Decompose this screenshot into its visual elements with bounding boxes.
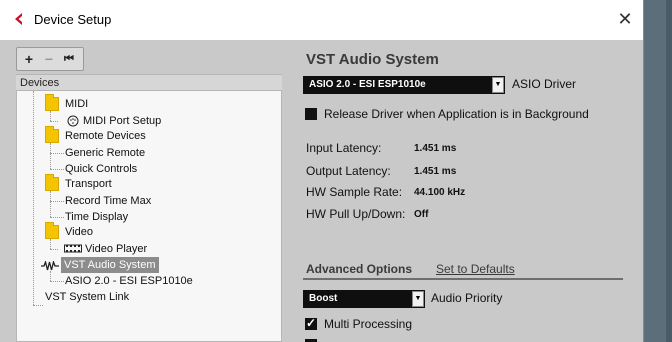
- tree-connector: [50, 271, 51, 281]
- tree-connector: [50, 239, 51, 249]
- tree-folder-video[interactable]: Video: [65, 224, 93, 240]
- audio-priority-select[interactable]: Boost ▼: [303, 290, 425, 308]
- folder-icon: [45, 174, 59, 191]
- tree-connector: [50, 153, 64, 154]
- hw-sample-rate-label: HW Sample Rate:: [306, 185, 403, 199]
- tree-connector: [50, 111, 51, 121]
- release-driver-label: Release Driver when Application is in Ba…: [324, 107, 589, 121]
- tree-item-record-time-max[interactable]: Record Time Max: [65, 193, 151, 209]
- tree-connector: [50, 143, 51, 169]
- tree-item-generic-remote[interactable]: Generic Remote: [65, 145, 145, 161]
- folder-icon: [45, 126, 59, 143]
- set-to-defaults-link[interactable]: Set to Defaults: [436, 262, 515, 276]
- tree-item-quick-controls[interactable]: Quick Controls: [65, 161, 137, 177]
- add-device-button[interactable]: +: [19, 48, 39, 70]
- window-title: Device Setup: [34, 12, 112, 27]
- devices-tree: MIDI MIDI Port Setup Remote Devices Gene…: [16, 90, 282, 342]
- hw-sample-rate-value: 44.100 kHz: [414, 187, 466, 198]
- tree-folder-transport[interactable]: Transport: [65, 176, 112, 192]
- tree-connector: [50, 201, 64, 202]
- tree-connector: [50, 217, 64, 218]
- asio-driver-select[interactable]: ASIO 2.0 - ESI ESP1010e ▼: [303, 76, 505, 94]
- video-player-icon: [64, 244, 82, 253]
- audio-priority-label: Audio Priority: [431, 291, 503, 305]
- tree-connector: [50, 169, 64, 170]
- tree-item-vst-audio-system[interactable]: VST Audio System: [61, 257, 159, 273]
- tree-folder-remote-devices[interactable]: Remote Devices: [65, 128, 146, 144]
- asio-driver-label: ASIO Driver: [512, 77, 577, 91]
- tree-connector: [50, 281, 64, 282]
- vst-audio-icon: [41, 261, 59, 271]
- title-bar: Device Setup ✕: [0, 0, 643, 40]
- panel-title: VST Audio System: [306, 51, 439, 68]
- output-latency-value: 1.451 ms: [414, 166, 457, 177]
- tree-folder-midi[interactable]: MIDI: [65, 96, 88, 112]
- advanced-options-title: Advanced Options: [306, 262, 413, 276]
- tree-connector: [50, 121, 58, 122]
- settings-panel: VST Audio System ASIO 2.0 - ESI ESP1010e…: [296, 40, 643, 342]
- tree-item-time-display[interactable]: Time Display: [65, 209, 128, 225]
- audio-priority-value: Boost: [309, 293, 338, 304]
- tree-connector: [50, 249, 58, 250]
- folder-icon: [45, 222, 59, 239]
- multi-processing-label: Multi Processing: [324, 317, 413, 331]
- input-latency-value: 1.451 ms: [414, 143, 457, 154]
- tree-connector: [33, 305, 43, 306]
- tree-item-video-player[interactable]: Video Player: [85, 241, 147, 257]
- close-button[interactable]: ✕: [614, 8, 636, 30]
- asio-driver-value: ASIO 2.0 - ESI ESP1010e: [309, 79, 426, 90]
- hw-pull-value: Off: [414, 209, 429, 220]
- device-setup-window: Device Setup ✕ + − ⏮ Devices MIDI MIDI P…: [0, 0, 644, 342]
- desktop-background: [666, 0, 672, 342]
- tree-item-asio-driver[interactable]: ASIO 2.0 - ESI ESP1010e: [65, 273, 193, 289]
- tree-item-midi-port-setup[interactable]: MIDI Port Setup: [83, 113, 161, 129]
- advanced-divider: [303, 278, 623, 280]
- devices-toolbar: + − ⏮: [16, 47, 84, 71]
- cubase-logo-icon: [15, 13, 22, 25]
- tree-connector: [33, 91, 34, 305]
- midi-port-icon: [67, 115, 79, 127]
- reset-device-button[interactable]: ⏮: [59, 48, 79, 70]
- chevron-down-icon[interactable]: ▼: [492, 77, 504, 93]
- dialog-client-area: + − ⏮ Devices MIDI MIDI Port Setup Remot…: [0, 40, 643, 342]
- input-latency-label: Input Latency:: [306, 141, 382, 155]
- tree-item-vst-system-link[interactable]: VST System Link: [45, 289, 129, 305]
- hw-pull-label: HW Pull Up/Down:: [306, 207, 406, 221]
- chevron-down-icon[interactable]: ▼: [412, 291, 424, 307]
- remove-device-button[interactable]: −: [39, 48, 59, 70]
- devices-header: Devices: [16, 74, 282, 90]
- checkmark-icon: ✓: [306, 316, 317, 330]
- output-latency-label: Output Latency:: [306, 164, 391, 178]
- release-driver-checkbox[interactable]: [305, 108, 317, 120]
- tree-connector: [50, 191, 51, 217]
- multi-processing-checkbox[interactable]: ✓: [305, 316, 317, 330]
- folder-icon: [45, 94, 59, 111]
